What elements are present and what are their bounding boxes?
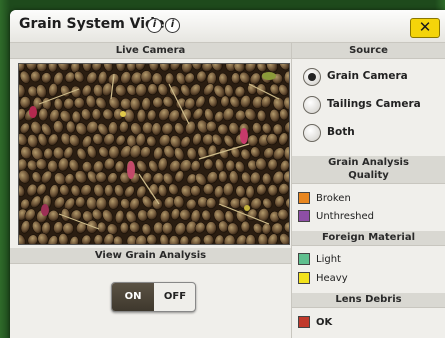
source-option-label: Tailings Camera	[327, 98, 421, 110]
legend-label: OK	[316, 317, 333, 328]
heavy-color-swatch	[298, 272, 310, 284]
grain-kernel	[19, 96, 31, 109]
grain-kernel	[267, 184, 279, 197]
grain-kernel	[119, 221, 129, 234]
grain-kernel	[205, 221, 217, 235]
grain-kernel	[205, 120, 217, 133]
broken-color-swatch	[298, 192, 310, 204]
legend-label: Heavy	[316, 273, 348, 284]
grain-kernel	[240, 220, 251, 233]
grain-kernel	[147, 83, 158, 96]
grain-kernel	[272, 123, 283, 136]
grain-kernel	[96, 221, 107, 234]
grain-system-video-dialog: Grain System Video i i ✕ Live Camera Vie…	[10, 10, 445, 338]
legend-label: Broken	[316, 193, 351, 204]
grain-kernel	[245, 234, 256, 244]
help-info-icon[interactable]: i	[165, 18, 180, 33]
grain-kernel	[218, 170, 228, 183]
legend-label: Unthreshed	[316, 211, 375, 222]
grain-kernel	[62, 222, 75, 235]
live-camera-header: Live Camera	[10, 43, 291, 59]
foreign-material-header: Foreign Material	[292, 231, 445, 246]
lens-debris-color-swatch	[298, 316, 310, 328]
grain-kernel	[205, 197, 217, 209]
grain-kernel	[245, 185, 255, 199]
legend-label: Light	[316, 254, 341, 265]
grain-kernel	[190, 185, 201, 197]
radio-button[interactable]	[303, 68, 321, 86]
live-camera-feed	[18, 63, 290, 245]
grain-kernel	[104, 184, 114, 197]
radio-button[interactable]	[303, 124, 321, 142]
toggle-off-button[interactable]: OFF	[154, 283, 195, 311]
title-bar: Grain System Video i i ✕	[10, 10, 445, 43]
grain-kernel	[230, 72, 241, 85]
radio-button[interactable]	[303, 96, 321, 114]
grain-kernel	[164, 72, 175, 85]
grain-kernel	[136, 108, 147, 123]
info-icon[interactable]: i	[147, 18, 162, 33]
grain-analysis-toggle[interactable]: ON OFF	[111, 282, 196, 312]
grain-kernel	[47, 159, 59, 173]
radio-selected-dot	[308, 73, 316, 81]
unthreshed-color-swatch	[298, 210, 310, 222]
source-option-label: Grain Camera	[327, 70, 408, 82]
view-grain-analysis-header: View Grain Analysis	[10, 248, 291, 264]
source-header: Source	[292, 43, 445, 59]
close-button[interactable]: ✕	[410, 18, 440, 38]
grain-analysis-header: Grain Analysis	[292, 156, 445, 169]
lens-debris-header: Lens Debris	[292, 293, 445, 308]
grain-kernel	[91, 108, 102, 121]
grain-image	[19, 64, 289, 244]
grain-kernel	[36, 64, 48, 73]
source-option-label: Both	[327, 126, 355, 138]
grain-kernel	[108, 196, 120, 210]
light-color-swatch	[298, 253, 310, 265]
toggle-on-button[interactable]: ON	[112, 283, 154, 311]
quality-header: Quality	[292, 169, 445, 184]
